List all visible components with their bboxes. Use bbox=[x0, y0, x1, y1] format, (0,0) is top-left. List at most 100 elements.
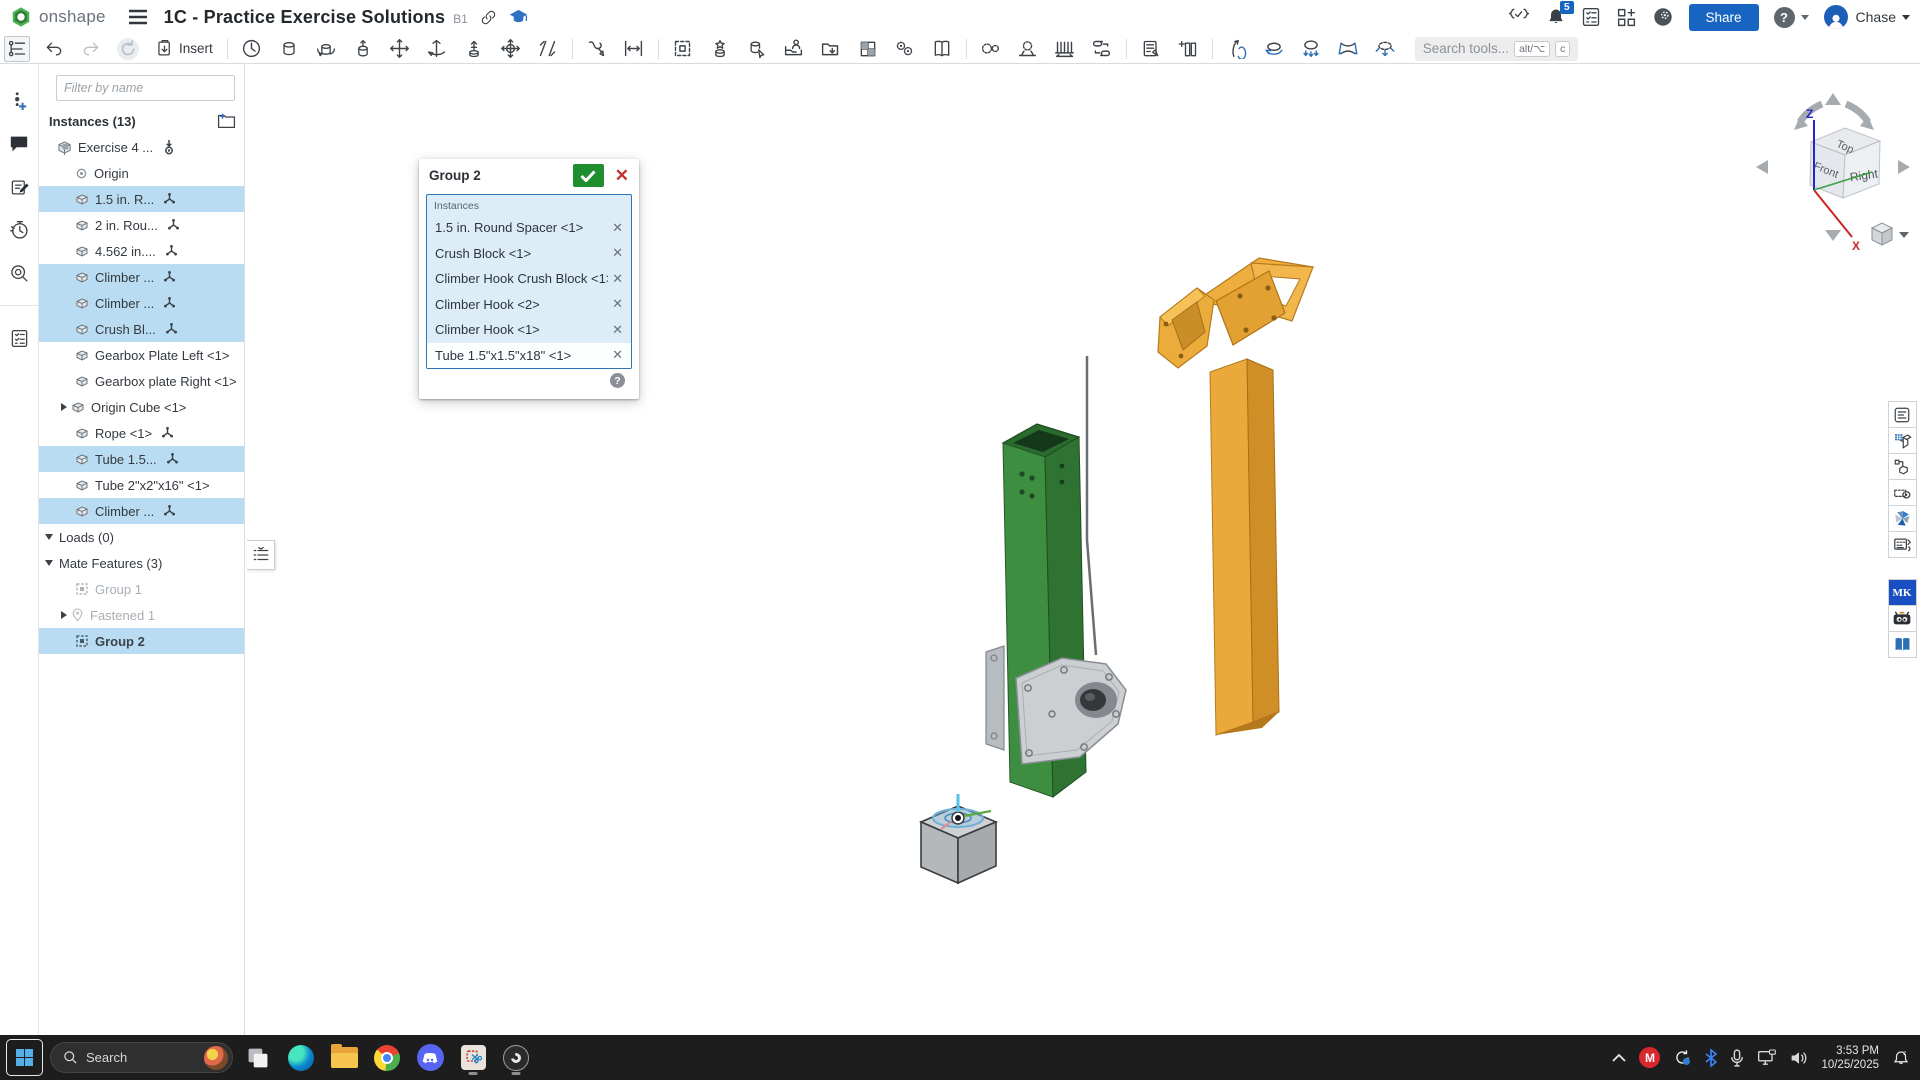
tree-item-group1[interactable]: Group 1 bbox=[39, 576, 244, 602]
insert-button[interactable]: Insert bbox=[152, 39, 216, 58]
slider-mate-icon[interactable] bbox=[350, 36, 376, 62]
mate-connector-revolute-icon[interactable] bbox=[1224, 36, 1250, 62]
dialog-accept-button[interactable] bbox=[573, 164, 604, 187]
help-menu[interactable]: ? bbox=[1774, 7, 1809, 28]
edge-app-icon[interactable] bbox=[283, 1040, 319, 1076]
redo-button[interactable] bbox=[78, 36, 104, 62]
tree-item-part[interactable]: Climber ... bbox=[39, 498, 244, 524]
motion-gear-icon[interactable] bbox=[1015, 36, 1041, 62]
tree-item-part[interactable]: Rope <1> bbox=[39, 420, 244, 446]
comments-icon[interactable] bbox=[6, 131, 32, 157]
bluetooth-tray-icon[interactable] bbox=[1705, 1049, 1717, 1067]
reader-extension-icon[interactable] bbox=[1888, 631, 1917, 658]
dialog-instance-row[interactable]: Climber Hook Crush Block <1> ✕ bbox=[427, 266, 631, 292]
cylindrical-mate-icon[interactable] bbox=[424, 36, 450, 62]
sync-button[interactable] bbox=[115, 36, 141, 62]
notes-icon[interactable] bbox=[6, 174, 32, 200]
collapse-chevron-icon[interactable] bbox=[45, 534, 53, 540]
remove-instance-icon[interactable]: ✕ bbox=[608, 245, 623, 261]
graphics-viewport[interactable]: Top Front Right Z X bbox=[245, 64, 1920, 1035]
transfer-icon[interactable] bbox=[818, 36, 844, 62]
revolute-mate-icon[interactable] bbox=[313, 36, 339, 62]
obs-app-icon[interactable] bbox=[498, 1040, 534, 1076]
start-button[interactable] bbox=[6, 1039, 43, 1076]
remove-instance-icon[interactable]: ✕ bbox=[608, 322, 623, 338]
viewcube-right-arrow[interactable] bbox=[1898, 160, 1910, 174]
follow-mode-icon[interactable] bbox=[6, 325, 32, 351]
insert-column-icon[interactable] bbox=[1175, 36, 1201, 62]
publication-icon[interactable] bbox=[929, 36, 955, 62]
mate-connector-planar-icon[interactable] bbox=[1372, 36, 1398, 62]
volume-tray-icon[interactable] bbox=[1790, 1050, 1808, 1066]
mk-extension-icon[interactable]: MK bbox=[1888, 579, 1917, 606]
configuration-icon[interactable] bbox=[1888, 479, 1917, 506]
filter-input[interactable] bbox=[56, 75, 235, 101]
viewcube-down-arrow[interactable] bbox=[1825, 230, 1841, 241]
dialog-cancel-button[interactable]: ✕ bbox=[611, 167, 633, 184]
tree-item-subassembly[interactable]: Exercise 4 ... bbox=[39, 134, 244, 160]
snipping-tool-app-icon[interactable] bbox=[455, 1040, 491, 1076]
edit-in-context-icon[interactable] bbox=[744, 36, 770, 62]
taskbar-clock[interactable]: 3:53 PM 10/25/2025 bbox=[1821, 1044, 1879, 1072]
mega-tray-icon[interactable]: M bbox=[1639, 1047, 1660, 1068]
notification-bell-tray-icon[interactable]: z bbox=[1892, 1049, 1910, 1067]
named-positions-icon[interactable] bbox=[239, 36, 265, 62]
chrome-app-icon[interactable] bbox=[369, 1040, 405, 1076]
tree-item-part[interactable]: Crush Bl... bbox=[39, 316, 244, 342]
tree-item-part[interactable]: 1.5 in. R... bbox=[39, 186, 244, 212]
file-explorer-app-icon[interactable] bbox=[326, 1040, 362, 1076]
dialog-instance-row[interactable]: Tube 1.5"x1.5"x18" <1> ✕ bbox=[427, 343, 631, 369]
sync-tray-icon[interactable] bbox=[1673, 1048, 1692, 1067]
cube-table-icon[interactable] bbox=[1888, 427, 1917, 454]
insert-feature-icon[interactable] bbox=[6, 88, 32, 114]
expand-chevron-icon[interactable] bbox=[61, 611, 67, 619]
person-tray-icon[interactable] bbox=[781, 36, 807, 62]
group-tool-icon[interactable] bbox=[670, 36, 696, 62]
tree-item-origin[interactable]: Origin bbox=[39, 160, 244, 186]
add-folder-icon[interactable] bbox=[217, 113, 236, 129]
expand-chevron-icon[interactable] bbox=[61, 403, 67, 411]
display-states-icon[interactable] bbox=[855, 36, 881, 62]
dialog-help-icon[interactable]: ? bbox=[610, 373, 625, 388]
linked-part-icon[interactable] bbox=[1888, 453, 1917, 480]
microphone-tray-icon[interactable] bbox=[1730, 1049, 1744, 1067]
tree-item-part[interactable]: Tube 1.5... bbox=[39, 446, 244, 472]
measure-icon[interactable] bbox=[621, 36, 647, 62]
viewcube-left-arrow[interactable] bbox=[1756, 160, 1768, 174]
climber-hook-part[interactable] bbox=[1158, 258, 1313, 735]
dialog-instance-row[interactable]: 1.5 in. Round Spacer <1> ✕ bbox=[427, 215, 631, 241]
task-view-button[interactable] bbox=[240, 1040, 276, 1076]
tree-item-part[interactable]: Climber ... bbox=[39, 290, 244, 316]
remove-instance-icon[interactable]: ✕ bbox=[608, 220, 623, 236]
mate-connector-cylindrical-icon[interactable] bbox=[1261, 36, 1287, 62]
display-tray-icon[interactable] bbox=[1757, 1049, 1777, 1066]
remove-instance-icon[interactable]: ✕ bbox=[608, 271, 623, 287]
app-store-icon[interactable] bbox=[1616, 7, 1637, 28]
tree-item-part[interactable]: 4.562 in.... bbox=[39, 238, 244, 264]
tree-item-part[interactable]: 2 in. Rou... bbox=[39, 212, 244, 238]
rope-part[interactable] bbox=[1087, 356, 1096, 655]
view-cube[interactable]: Top Front Right Z X bbox=[1756, 93, 1910, 253]
viewcube-menu-button[interactable] bbox=[1872, 223, 1909, 245]
fasten-mate-icon[interactable] bbox=[276, 36, 302, 62]
ball-mate-icon[interactable] bbox=[498, 36, 524, 62]
dialog-instance-row[interactable]: Climber Hook <1> ✕ bbox=[427, 317, 631, 343]
viewcube-rotate-right-arrow[interactable] bbox=[1846, 104, 1868, 122]
panel-menu-icon[interactable] bbox=[1888, 401, 1917, 428]
version-badge[interactable]: B1 bbox=[453, 12, 468, 26]
assembly-tree-toggle[interactable] bbox=[4, 36, 30, 62]
share-button[interactable]: Share bbox=[1689, 4, 1759, 31]
dialog-instance-row[interactable]: Climber Hook <2> ✕ bbox=[427, 292, 631, 318]
tree-item-part[interactable]: Gearbox Plate Left <1> bbox=[39, 342, 244, 368]
expand-tree-button[interactable] bbox=[247, 540, 275, 570]
mate-features-header[interactable]: Mate Features (3) bbox=[39, 550, 244, 576]
parallel-mate-icon[interactable] bbox=[535, 36, 561, 62]
search-tools[interactable]: Search tools... alt/⌥ c bbox=[1415, 37, 1579, 61]
replicate-icon[interactable] bbox=[1089, 36, 1115, 62]
tray-expand-icon[interactable] bbox=[1612, 1053, 1626, 1062]
linked-gears-icon[interactable] bbox=[892, 36, 918, 62]
featurescript-icon[interactable] bbox=[1507, 7, 1531, 27]
rack-pinion-icon[interactable] bbox=[1052, 36, 1078, 62]
taskbar-search[interactable]: Search bbox=[50, 1042, 233, 1073]
planar-mate-icon[interactable] bbox=[387, 36, 413, 62]
